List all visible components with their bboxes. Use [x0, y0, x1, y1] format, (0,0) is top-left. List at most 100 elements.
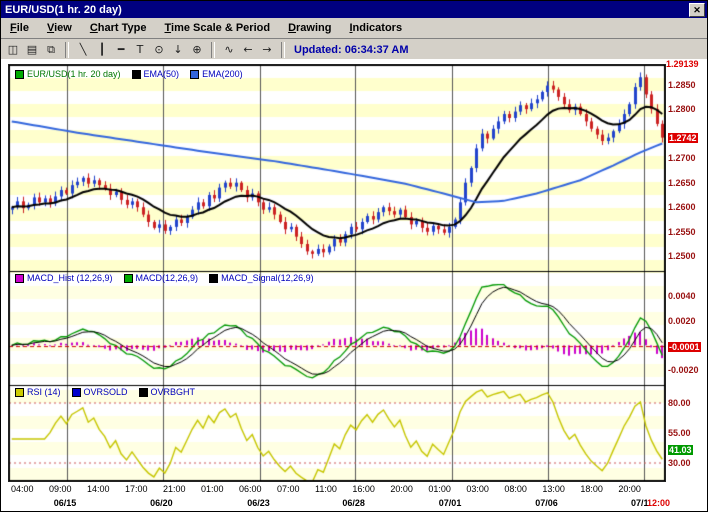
x-axis-time: 16:00 — [352, 484, 375, 494]
legend-rsi: RSI (14) — [15, 387, 61, 397]
x-axis-time: 06:00 — [239, 484, 262, 494]
x-axis-time: 13:00 — [542, 484, 565, 494]
legend-ovrbght: OVRBGHT — [139, 387, 196, 397]
axis-label: 1.2800 — [668, 104, 696, 114]
x-axis-time: 20:00 — [390, 484, 413, 494]
legend-symbol-label: EUR/USD(1 hr. 20 day) — [27, 69, 121, 79]
legend-macd-hist-swatch — [15, 274, 24, 283]
axis-label: 41.03 — [668, 445, 693, 455]
axis-label: 1.2500 — [668, 251, 696, 261]
menu-bar: FileViewChart TypeTime Scale & PeriodDra… — [1, 18, 707, 39]
legend-ema50-label: EMA(50) — [144, 69, 180, 79]
legend-ema200: EMA(200) — [190, 69, 243, 79]
toolbar-separator — [281, 42, 285, 58]
arrow-left-icon[interactable]: ← — [239, 41, 257, 58]
legend-macd-label: MACD(12,26,9) — [136, 273, 199, 283]
legend-ovrbght-swatch — [139, 388, 148, 397]
axis-top-price: 1.29139 — [666, 59, 699, 69]
axis-label: 1.2650 — [668, 178, 696, 188]
x-axis-time: 18:00 — [580, 484, 603, 494]
close-button[interactable]: ✕ — [689, 3, 705, 17]
axis-label: 0.0020 — [668, 316, 696, 326]
legend-ema50-swatch — [132, 70, 141, 79]
print-icon[interactable]: ▤ — [23, 41, 41, 58]
x-axis-times: 04:0009:0014:0017:0021:0001:0006:0007:00… — [11, 484, 641, 494]
x-axis-time: 21:00 — [163, 484, 186, 494]
horizontal-line-tool-icon[interactable]: ━ — [112, 41, 130, 58]
legend-macd-signal-swatch — [209, 274, 218, 283]
x-axis-time: 07:00 — [277, 484, 300, 494]
legend-ema200-label: EMA(200) — [202, 69, 243, 79]
legend-symbol: EUR/USD(1 hr. 20 day) — [15, 69, 121, 79]
menu-file[interactable]: File — [1, 20, 38, 36]
macd-panel-legend: MACD_Hist (12,26,9) MACD(12,26,9) MACD_Sig… — [15, 273, 314, 283]
legend-ovrsold: OVRSOLD — [72, 387, 128, 397]
x-axis-time: 20:00 — [618, 484, 641, 494]
text-tool-icon[interactable]: T — [131, 41, 149, 58]
toolbar-icons: ◫▤⧉ ╲┃━T⊙↓⊕ ∿←→ — [4, 41, 289, 58]
toolbar-separator — [211, 42, 215, 58]
x-axis-date: 07/06 — [535, 498, 558, 508]
x-axis-time: 04:00 — [11, 484, 34, 494]
legend-rsi-swatch — [15, 388, 24, 397]
axis-label: -0.0001 — [668, 342, 701, 352]
menu-indicators[interactable]: Indicators — [340, 20, 411, 36]
legend-ema200-swatch — [190, 70, 199, 79]
legend-macd-swatch — [124, 274, 133, 283]
axis-label: 1.2850 — [668, 80, 696, 90]
legend-macd-hist-label: MACD_Hist (12,26,9) — [27, 273, 113, 283]
arrow-down-tool-icon[interactable]: ↓ — [169, 41, 187, 58]
axis-label: 1.2742 — [668, 133, 698, 143]
price-panel-legend: EUR/USD(1 hr. 20 day) EMA(50) EMA(200) — [15, 69, 243, 79]
menu-view[interactable]: View — [38, 20, 81, 36]
axis-label: 80.00 — [668, 398, 691, 408]
wave-tool-icon[interactable]: ∿ — [220, 41, 238, 58]
updated-timestamp: Updated: 06:34:37 AM — [294, 44, 409, 56]
legend-ovrsold-swatch — [72, 388, 81, 397]
x-axis-date: 06/28 — [342, 498, 365, 508]
legend-ovrbght-label: OVRBGHT — [151, 387, 196, 397]
axis-label: 55.00 — [668, 428, 691, 438]
legend-rsi-label: RSI (14) — [27, 387, 61, 397]
vertical-line-tool-icon[interactable]: ┃ — [93, 41, 111, 58]
legend-macd: MACD(12,26,9) — [124, 273, 199, 283]
x-axis-date: 07/1 — [631, 498, 649, 508]
x-axis-time: 03:00 — [466, 484, 489, 494]
app-window: EUR/USD(1 hr. 20 day) ✕ FileViewChart Ty… — [0, 0, 708, 512]
x-axis-time: 08:00 — [504, 484, 527, 494]
x-axis-date: 06/20 — [150, 498, 173, 508]
title-bar: EUR/USD(1 hr. 20 day) ✕ — [1, 1, 707, 18]
copy-icon[interactable]: ⧉ — [42, 41, 60, 58]
x-axis-time: 11:00 — [315, 484, 337, 494]
x-axis-date: 06/15 — [54, 498, 77, 508]
rsi-panel-legend: RSI (14) OVRSOLD OVRBGHT — [15, 387, 195, 397]
legend-ovrsold-label: OVRSOLD — [84, 387, 128, 397]
legend-ema50: EMA(50) — [132, 69, 180, 79]
x-axis-date: 06/23 — [247, 498, 270, 508]
axis-label: -0.0020 — [668, 365, 699, 375]
legend-macd-hist: MACD_Hist (12,26,9) — [15, 273, 113, 283]
candle-chart-icon[interactable]: ◫ — [4, 41, 22, 58]
x-axis-current-time: 12:00 — [647, 498, 670, 508]
axis-label: 1.2550 — [668, 227, 696, 237]
axis-label: 0.0040 — [668, 291, 696, 301]
axis-label: 30.00 — [668, 458, 691, 468]
point-tool-icon[interactable]: ⊙ — [150, 41, 168, 58]
toolbar-separator — [65, 42, 69, 58]
legend-macd-signal: MACD_Signal(12,26,9) — [209, 273, 314, 283]
x-axis-time: 09:00 — [49, 484, 72, 494]
menu-chart-type[interactable]: Chart Type — [81, 20, 156, 36]
menu-time-scale-period[interactable]: Time Scale & Period — [156, 20, 280, 36]
x-axis-time: 17:00 — [125, 484, 148, 494]
legend-symbol-swatch — [15, 70, 24, 79]
toolbar: ◫▤⧉ ╲┃━T⊙↓⊕ ∿←→ Updated: 06:34:37 AM — [1, 39, 707, 61]
x-axis-date: 07/01 — [439, 498, 462, 508]
axis-label: 1.2600 — [668, 202, 696, 212]
arrow-right-icon[interactable]: → — [258, 41, 276, 58]
menu-drawing[interactable]: Drawing — [279, 20, 340, 36]
trendline-tool-icon[interactable]: ╲ — [74, 41, 92, 58]
zoom-in-icon[interactable]: ⊕ — [188, 41, 206, 58]
chart-area: 1.29139 EUR/USD(1 hr. 20 day) EMA(50) EMA(… — [1, 59, 708, 512]
x-axis-time: 01:00 — [428, 484, 451, 494]
axis-label: 1.2700 — [668, 153, 696, 163]
